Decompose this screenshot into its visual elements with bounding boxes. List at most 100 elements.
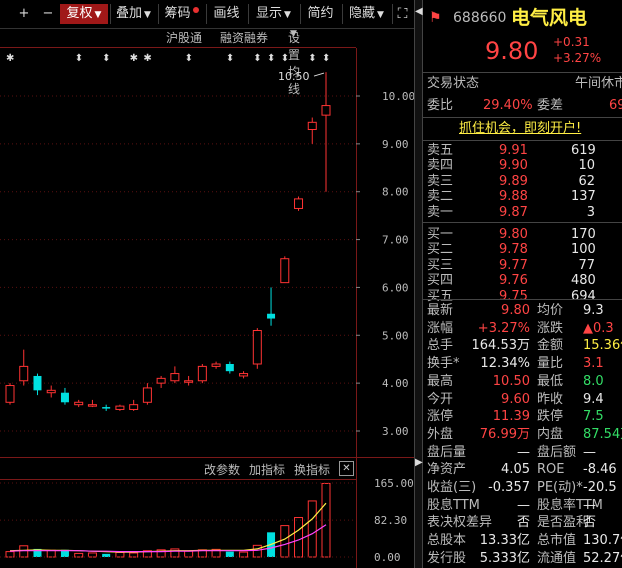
panel-divider[interactable]: ◀ ▶ [414,0,423,568]
stats-row: 涨幅 +3.27% 涨跌 ▲0.3 [423,320,622,337]
price-tick-label: 9.00 [382,138,409,151]
order-book-row[interactable]: 买二 9.78 100 [423,242,622,257]
close-icon[interactable]: ✕ [339,461,354,476]
order-book-row[interactable]: 卖五 9.91 619 [423,143,622,158]
volume-tick-label: 165.00 [374,477,414,490]
stat-value: -8.46 [583,462,617,478]
grid-lines [0,47,414,568]
order-volume: 77 [578,257,595,273]
stat-value: -20.5 [583,480,617,495]
star-marker-icon: ✱ [130,53,138,64]
arrow-marker-icon: ⬍ [322,53,330,64]
candle-body [267,313,276,319]
arrow-marker-icon: ⬍ [308,53,316,64]
candle-body [142,387,152,403]
order-volume: 480 [571,273,596,289]
price-tick-label: 4.00 [382,377,409,390]
order-book-row[interactable]: 卖二 9.88 137 [423,189,622,204]
order-book-row[interactable]: 卖四 9.90 10 [423,158,622,173]
stats-row: 今开 9.60 昨收 9.4 [423,391,622,408]
order-book-row[interactable]: 买一 9.80 170 [423,227,622,242]
arrow-marker-icon: ⬍ [102,53,110,64]
stat-value: 9.80 [501,303,530,318]
volume-bar [280,525,290,558]
stat-value: 76.99万 [479,426,530,442]
candle-body [74,401,84,406]
stat-label: 涨幅 [427,320,454,336]
expand-right-icon[interactable]: ▶ [415,457,423,468]
stats-row: 涨停 11.39 跌停 7.5 [423,408,622,425]
stat-label: 是否盈利 [537,515,590,531]
candle-body [129,404,139,410]
stat-label: 涨停 [427,409,454,425]
status-value: 午间休市 [575,76,622,91]
divider-line [423,299,622,300]
status-label: 交易状态 [427,76,480,91]
stats-row: 最高 10.50 最低 8.0 [423,373,622,390]
stat-label: 股息TTM [427,497,480,513]
order-book-row[interactable]: 买四 9.76 480 [423,273,622,288]
collapse-left-icon[interactable]: ◀ [415,6,423,17]
order-level-label: 卖三 [427,173,454,189]
volume-bar [225,551,234,557]
stat-value: 9.60 [501,391,530,407]
indicator-switch-button[interactable]: 换指标 [294,461,330,478]
order-book-row[interactable]: 买三 9.77 77 [423,258,622,273]
order-book-row[interactable]: 卖一 9.87 3 [423,205,622,220]
price-tick-label: 10.00 [382,90,414,103]
order-price: 9.88 [499,189,528,205]
stat-value: 164.53万 [471,338,531,354]
arrow-marker-icon: ⬍ [267,53,275,64]
pin-icon[interactable]: ⚑ [429,6,442,30]
indicator-params-button[interactable]: 改参数 [204,461,240,478]
stat-label: 总手 [427,338,454,354]
arrow-marker-icon: ⬍ [75,53,83,64]
wb-value: 29.40% [483,98,533,113]
candle-body [46,389,56,394]
stat-label: 涨跌 [537,320,564,336]
stat-value: 130.7亿 [583,533,622,549]
stat-label: 总股本 [427,533,467,549]
stats-row: 最新 9.80 均价 9.3 [423,302,622,319]
order-volume: 137 [571,189,596,205]
order-volume: 3 [586,204,595,220]
candle-body [87,404,97,407]
stat-value: — [517,444,530,460]
stat-label: 换手* [427,356,460,372]
candle-body [239,373,249,377]
candle-series [5,72,331,411]
order-level-label: 买一 [427,227,454,242]
arrow-marker-icon: ⬍ [185,53,193,64]
stat-label: 跌停 [537,409,564,425]
open-account-link[interactable]: 抓住机会，即刻开户! [459,119,581,138]
order-book-row[interactable]: 卖三 9.89 62 [423,174,622,189]
volume-ma-line [9,524,327,553]
volume-bar [294,517,304,558]
candle-body [19,365,29,382]
candle-body [115,405,125,410]
star-marker-icon: ✱ [143,53,151,64]
arrow-marker-icon: ⬍ [253,53,261,64]
arrow-marker-icon: ⬍ [281,53,289,64]
stat-value: 7.5 [583,409,604,425]
kline-chart[interactable]: ✱ ⬍ ⬍ ✱ ✱ ⬍ ⬍ ⬍ ⬍ ⬍ ⬍ ⬍ 10.00 9.00 8.00 7.00 6.00 5.00 4.… [0,0,414,568]
arrow-marker-icon: ⬍ [226,53,234,64]
order-volume: 10 [578,158,595,174]
stat-label: 最高 [427,373,454,389]
volume-tick-label: 0.00 [374,551,401,564]
stat-value: ▲0.3 [583,320,614,336]
order-level-label: 卖五 [427,143,454,158]
wb-label: 委比 [427,98,454,113]
volume-bar [87,552,97,558]
candle-body [225,364,234,372]
price-tick-label: 8.00 [382,186,409,199]
stat-label: 最低 [537,373,564,389]
stats-row: 股息TTM — 股息率TTM — [423,497,622,514]
order-price: 9.80 [499,227,528,242]
event-markers: ✱ ⬍ ⬍ ✱ ✱ ⬍ ⬍ ⬍ ⬍ ⬍ ⬍ ⬍ [6,53,330,64]
indicator-add-button[interactable]: 加指标 [249,461,285,478]
wc-value: 69 [609,98,622,113]
stat-label: 量比 [537,356,564,372]
volume-tick-label: 82.30 [374,514,407,527]
stat-label: 总市值 [537,533,577,549]
